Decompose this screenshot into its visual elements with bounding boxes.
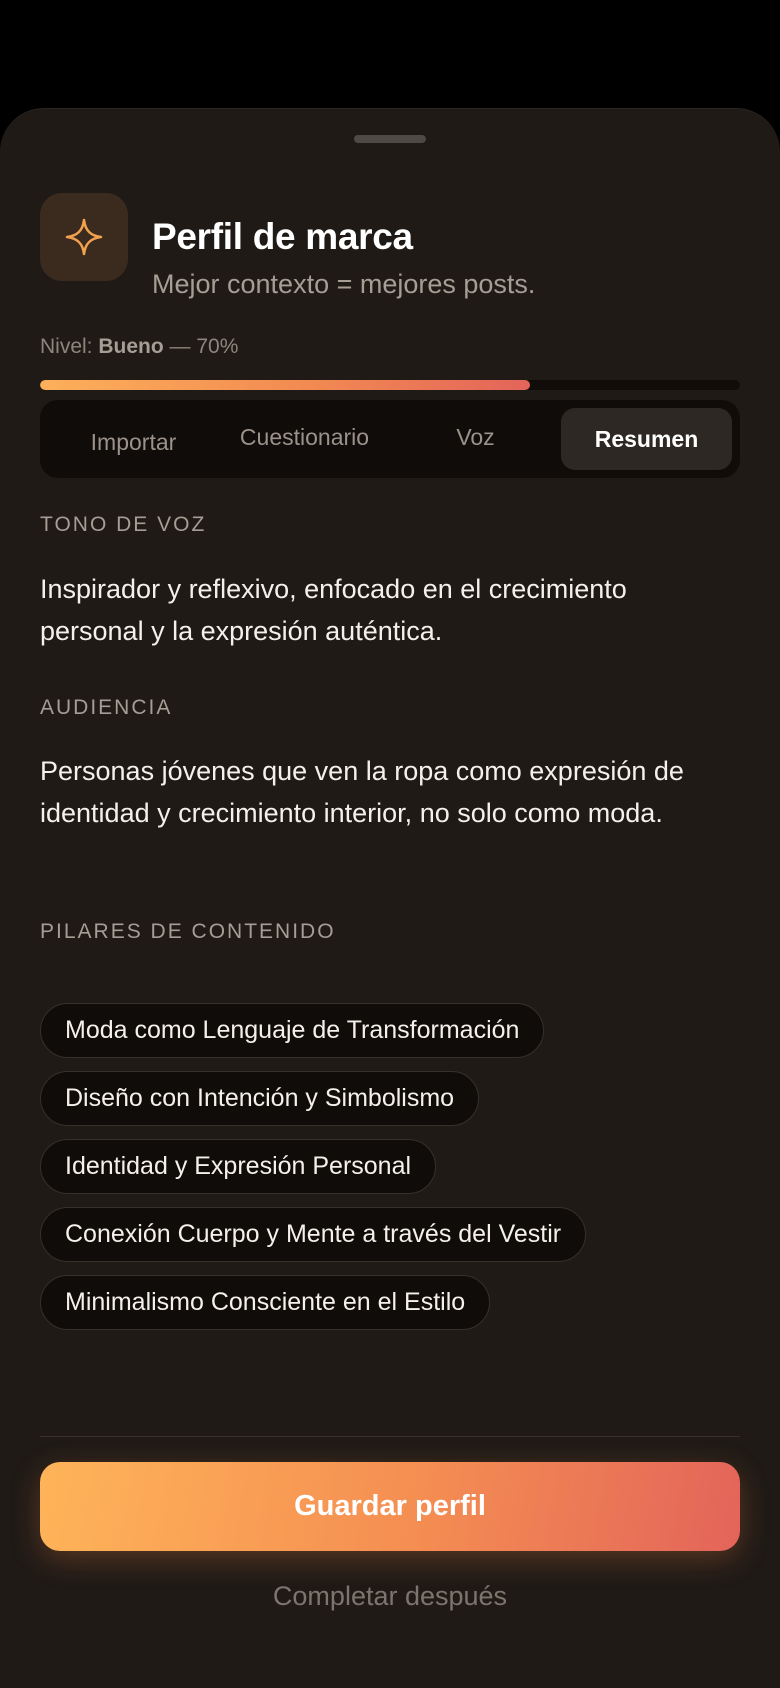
level-percent: — 70% [163,335,239,358]
complete-later-link[interactable]: Completar después [0,1581,780,1612]
bottom-sheet: Perfil de marca Mejor contexto = mejores… [0,108,780,1688]
audience-text: Personas jóvenes que ven la ropa como ex… [40,756,684,828]
sparkle-icon [65,218,103,256]
pillar-chip: Moda como Lenguaje de Transformación [40,1003,545,1058]
footer-divider [40,1436,740,1437]
level-name: Bueno [98,335,164,358]
tab-voz[interactable]: Voz [390,408,561,470]
profile-progress-bar [40,380,740,390]
page-title: Perfil de marca [152,216,413,257]
pillar-chip: Diseño con Intención y Simbolismo [40,1071,480,1126]
level-indicator: Nivel: Bueno — 70% [40,335,238,359]
tone-section-label: TONO DE VOZ [40,513,207,536]
audience-section-label: AUDIENCIA [40,696,173,719]
save-profile-button[interactable]: Guardar perfil [40,1462,740,1551]
pillar-chip: Minimalismo Consciente en el Estilo [40,1275,491,1330]
tab-cuestionario[interactable]: Cuestionario [219,408,390,470]
pillars-list: Moda como Lenguaje de Transformación Dis… [40,1003,740,1330]
brand-icon-tile [40,193,128,281]
pillar-chip: Identidad y Expresión Personal [40,1139,437,1194]
pillars-section-label: PILARES DE CONTENIDO [40,920,336,943]
tone-text: Inspirador y reflexivo, enfocado en el c… [40,574,627,646]
page-subtitle: Mejor contexto = mejores posts. [152,269,536,299]
tab-resumen[interactable]: Resumen [561,408,732,470]
sheet-grabber-handle[interactable] [354,135,426,143]
tab-importar[interactable]: Importar [48,408,219,470]
tab-bar: Importar Cuestionario Voz Resumen [40,400,740,478]
level-prefix: Nivel: [40,335,99,358]
profile-progress-fill [40,380,530,390]
pillar-chip: Conexión Cuerpo y Mente a través del Ves… [40,1207,587,1262]
